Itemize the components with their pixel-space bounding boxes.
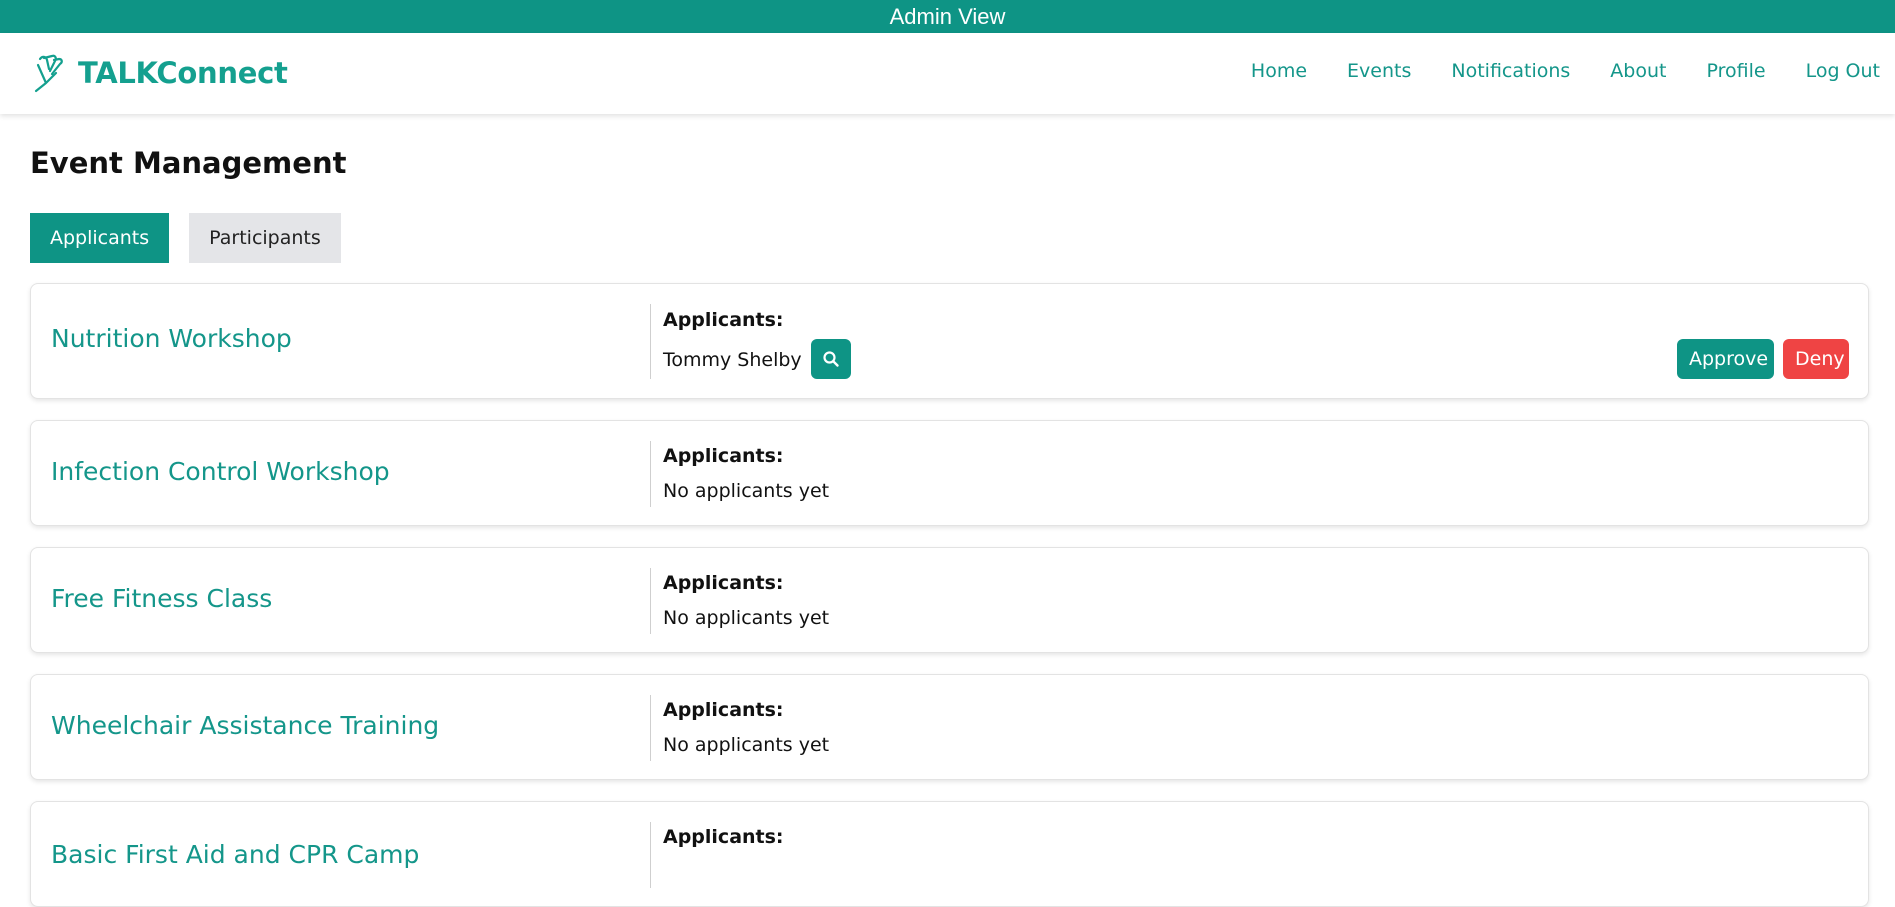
- brand-name: TALKConnect: [78, 56, 288, 90]
- search-icon: [823, 351, 839, 367]
- event-title[interactable]: Basic First Aid and CPR Camp: [51, 840, 419, 869]
- nav-events[interactable]: Events: [1347, 60, 1411, 82]
- applicants-label: Applicants:: [663, 826, 784, 848]
- nav-links: Home Events Notifications About Profile …: [1211, 60, 1880, 82]
- nav-profile[interactable]: Profile: [1706, 60, 1765, 82]
- nav-home[interactable]: Home: [1251, 60, 1307, 82]
- event-card: Free Fitness Class Applicants: No applic…: [30, 547, 1869, 653]
- card-divider: [650, 304, 651, 379]
- event-title[interactable]: Free Fitness Class: [51, 584, 272, 613]
- hand-icon: [34, 54, 63, 93]
- deny-button[interactable]: Deny: [1783, 339, 1849, 379]
- navbar: TALKConnect Home Events Notifications Ab…: [0, 33, 1895, 114]
- no-applicants-text: No applicants yet: [663, 734, 830, 756]
- card-divider: [650, 568, 651, 634]
- applicants-label: Applicants:: [663, 699, 784, 721]
- nav-notifications[interactable]: Notifications: [1451, 60, 1570, 82]
- applicants-label: Applicants:: [663, 309, 784, 331]
- tab-applicants[interactable]: Applicants: [30, 213, 170, 263]
- applicants-label: Applicants:: [663, 445, 784, 467]
- applicants-label: Applicants:: [663, 572, 784, 594]
- event-card: Wheelchair Assistance Training Applicant…: [30, 674, 1869, 780]
- card-divider: [650, 441, 651, 507]
- event-title[interactable]: Nutrition Workshop: [51, 324, 292, 353]
- page-title: Event Management: [30, 146, 347, 180]
- no-applicants-text: No applicants yet: [663, 607, 830, 629]
- nav-log-out[interactable]: Log Out: [1806, 60, 1880, 82]
- card-divider: [650, 695, 651, 761]
- event-card: Basic First Aid and CPR Camp Applicants:: [30, 801, 1869, 907]
- event-card: Infection Control Workshop Applicants: N…: [30, 420, 1869, 526]
- applicant-name: Tommy Shelby: [663, 349, 802, 371]
- brand-logo[interactable]: TALKConnect: [32, 53, 288, 93]
- event-title[interactable]: Wheelchair Assistance Training: [51, 711, 439, 740]
- view-applicant-button[interactable]: [811, 339, 851, 379]
- event-title[interactable]: Infection Control Workshop: [51, 457, 390, 486]
- card-divider: [650, 822, 651, 888]
- nav-about[interactable]: About: [1610, 60, 1666, 82]
- no-applicants-text: No applicants yet: [663, 480, 830, 502]
- tab-bar: Applicants Participants: [30, 213, 361, 263]
- event-card: Nutrition Workshop Applicants: Tommy She…: [30, 283, 1869, 399]
- approve-button[interactable]: Approve: [1677, 339, 1774, 379]
- admin-view-banner: Admin View: [0, 0, 1895, 33]
- tab-participants[interactable]: Participants: [189, 213, 341, 263]
